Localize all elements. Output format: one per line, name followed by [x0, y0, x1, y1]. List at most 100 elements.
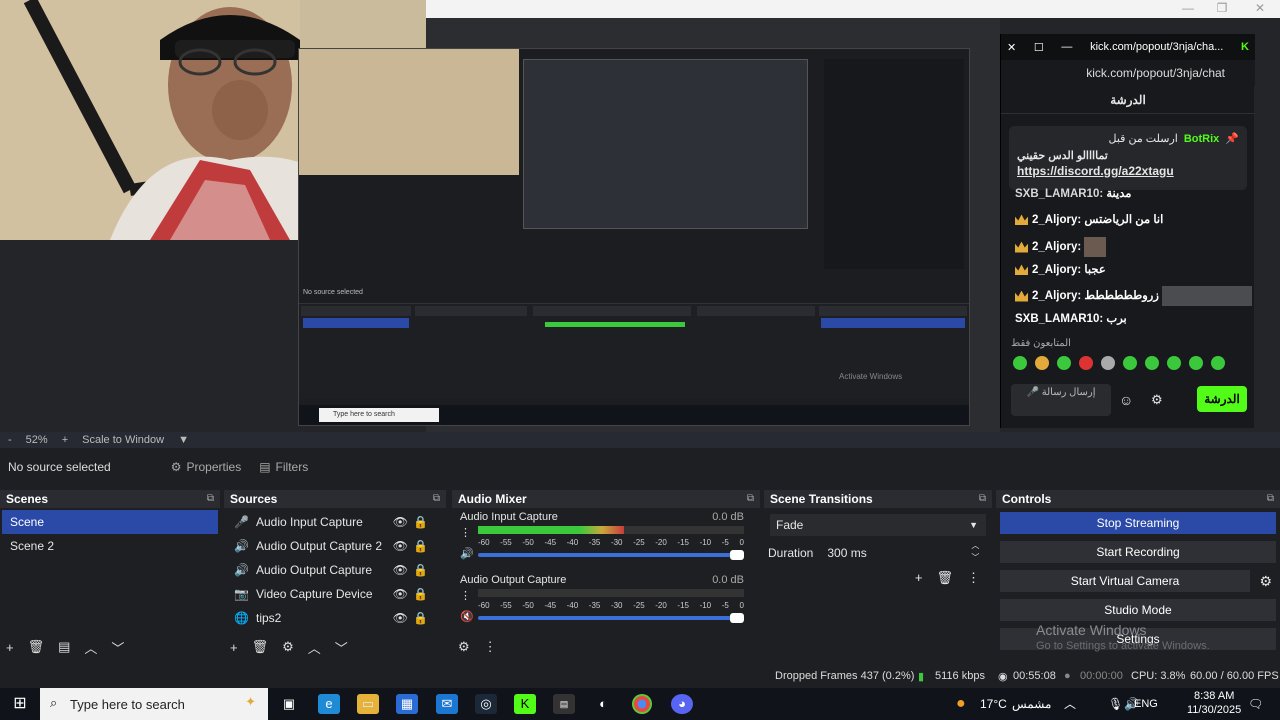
lock-icon[interactable]: 🔒: [413, 563, 428, 577]
more-icon[interactable]: ⋮: [484, 639, 497, 655]
edge-icon[interactable]: e: [318, 694, 340, 714]
discord-icon[interactable]: ◕: [671, 694, 693, 714]
microphone-icon[interactable]: 🎙: [1108, 688, 1123, 720]
chevron-down-icon[interactable]: ﹀: [335, 638, 348, 657]
emote-bar[interactable]: [1013, 356, 1225, 370]
filters-button[interactable]: ▤ Filters: [259, 460, 308, 474]
pin-icon[interactable]: 📌: [1225, 132, 1239, 145]
chevron-up-icon[interactable]: ︿: [308, 638, 321, 657]
store-icon[interactable]: ▦: [396, 694, 418, 714]
studio-mode-button[interactable]: Studio Mode: [1000, 599, 1276, 621]
lock-icon[interactable]: 🔒: [413, 587, 428, 601]
eye-icon[interactable]: 👁: [393, 563, 408, 577]
minimize-icon[interactable]: —: [1178, 1, 1198, 15]
close-icon[interactable]: ✕: [1007, 41, 1016, 54]
chat-input[interactable]: 🎤 إرسال رسالة: [1011, 384, 1111, 416]
steam-icon[interactable]: ◎: [475, 694, 497, 714]
windows-start-icon[interactable]: ⊞: [9, 694, 31, 714]
trash-icon[interactable]: 🗑: [28, 639, 45, 655]
maximize-icon[interactable]: ❐: [1212, 1, 1232, 15]
add-icon[interactable]: +: [230, 640, 238, 655]
scenes-dock: Scenes ⧉ Scene Scene 2 + 🗑 ▤ ︿ ﹀: [0, 490, 220, 660]
lock-icon[interactable]: 🔒: [413, 611, 428, 625]
speaker-muted-icon[interactable]: 🔇: [460, 610, 474, 623]
scene-item[interactable]: Scene 2: [2, 534, 218, 558]
outlook-icon[interactable]: ✉: [436, 694, 458, 714]
emoji-icon[interactable]: ☺: [1119, 392, 1133, 408]
more-icon[interactable]: ⋮: [460, 526, 471, 539]
kick-chat-popout[interactable]: ✕ ☐ — kick.com/popout/3nja/cha... K kick…: [1000, 34, 1255, 428]
pinned-user[interactable]: BotRix: [1184, 133, 1219, 145]
popout-icon[interactable]: ⧉: [1267, 490, 1274, 508]
file-explorer-icon[interactable]: ▭: [357, 694, 379, 714]
chevron-up-icon[interactable]: ︿: [1064, 688, 1076, 720]
chrome-icon[interactable]: [632, 694, 652, 714]
eye-icon[interactable]: 👁: [393, 611, 408, 625]
filter-icon[interactable]: ▤: [58, 639, 70, 655]
popout-icon[interactable]: ⧉: [207, 490, 214, 508]
scale-to-window[interactable]: Scale to Window: [82, 434, 164, 446]
chevron-down-icon[interactable]: ▼: [178, 434, 189, 446]
pinned-message[interactable]: ارسلت من قبل BotRix 📌 تماااالو الدس حقين…: [1009, 126, 1247, 190]
clock-time[interactable]: 8:38 AM: [1194, 690, 1234, 702]
source-item[interactable]: 🎤 Audio Input Capture 👁 🔒: [224, 510, 446, 534]
source-item[interactable]: 🌐 tips2 👁 🔒: [224, 606, 446, 630]
zoom-in-button[interactable]: +: [62, 434, 68, 446]
obs-icon[interactable]: ◐: [592, 694, 614, 714]
lock-icon[interactable]: 🔒: [413, 539, 428, 553]
eye-icon[interactable]: 👁: [393, 515, 408, 529]
emote-image: [1162, 286, 1253, 306]
language-indicator[interactable]: ENG: [1134, 688, 1158, 720]
chevron-up-icon[interactable]: ︿: [84, 638, 97, 657]
app-icon[interactable]: ▤: [553, 694, 575, 714]
start-virtual-camera-button[interactable]: Start Virtual Camera: [1000, 570, 1250, 592]
minimize-icon[interactable]: —: [1061, 41, 1072, 53]
close-icon[interactable]: ✕: [1250, 1, 1270, 15]
transition-select[interactable]: Fade ▼: [770, 514, 986, 536]
eye-icon[interactable]: 👁: [393, 587, 408, 601]
source-item[interactable]: 🔊 Audio Output Capture 2 👁 🔒: [224, 534, 446, 558]
duration-input[interactable]: 300 ms ︿ ﹀: [823, 541, 984, 564]
stop-streaming-button[interactable]: Stop Streaming: [1000, 512, 1276, 534]
pinned-by-label: ارسلت من قبل: [1108, 133, 1178, 145]
more-icon[interactable]: ⋮: [460, 589, 471, 602]
channel-name: Audio Input Capture: [460, 511, 558, 523]
source-item[interactable]: 📷 Video Capture Device 👁 🔒: [224, 582, 446, 606]
start-recording-button[interactable]: Start Recording: [1000, 541, 1276, 563]
chevron-down-icon[interactable]: ﹀: [111, 638, 124, 657]
weather-icon[interactable]: ●: [956, 688, 966, 720]
taskbar-search[interactable]: ⌕ Type here to search ✦: [40, 688, 268, 720]
task-view-icon[interactable]: ▣: [278, 694, 300, 714]
clock-date[interactable]: 11/30/2025: [1187, 704, 1241, 716]
popout-icon[interactable]: ⧉: [979, 490, 986, 508]
lock-icon[interactable]: 🔒: [413, 515, 428, 529]
scene-item[interactable]: Scene: [2, 510, 218, 534]
zoom-out-button[interactable]: -: [8, 434, 12, 446]
popout-icon[interactable]: ⧉: [747, 490, 754, 508]
volume-slider[interactable]: [478, 613, 744, 623]
popout-icon[interactable]: ⧉: [433, 490, 440, 508]
maximize-icon[interactable]: ☐: [1034, 41, 1044, 54]
microphone-icon[interactable]: 🎤: [1027, 387, 1039, 398]
gear-icon[interactable]: ⚙: [282, 639, 294, 655]
volume-slider[interactable]: [478, 550, 744, 560]
trash-icon[interactable]: 🗑: [936, 570, 953, 586]
send-button[interactable]: الدرشة: [1197, 386, 1247, 412]
eye-icon[interactable]: 👁: [393, 539, 408, 553]
more-icon[interactable]: ⋮: [967, 570, 980, 586]
trash-icon[interactable]: 🗑: [252, 639, 269, 655]
properties-button[interactable]: ⚙ Properties: [171, 460, 241, 474]
nested-taskbar: Type here to search: [299, 405, 969, 425]
add-icon[interactable]: +: [6, 640, 14, 655]
gear-icon[interactable]: ⚙: [458, 639, 470, 655]
obs-preview[interactable]: — ❐ ✕ No source selected Activate Window…: [0, 0, 1280, 432]
add-icon[interactable]: +: [915, 570, 923, 586]
pinned-link[interactable]: https://discord.gg/a22xtagu: [1017, 164, 1239, 178]
gear-icon[interactable]: ⚙: [1259, 573, 1272, 590]
gear-icon[interactable]: ⚙: [1151, 392, 1163, 408]
kick-icon[interactable]: K: [514, 694, 536, 714]
notification-icon[interactable]: 🗨: [1248, 688, 1263, 720]
fps: 60.00 / 60.00 FPS: [1190, 670, 1279, 682]
speaker-icon[interactable]: 🔊: [460, 547, 474, 560]
source-item[interactable]: 🔊 Audio Output Capture 👁 🔒: [224, 558, 446, 582]
